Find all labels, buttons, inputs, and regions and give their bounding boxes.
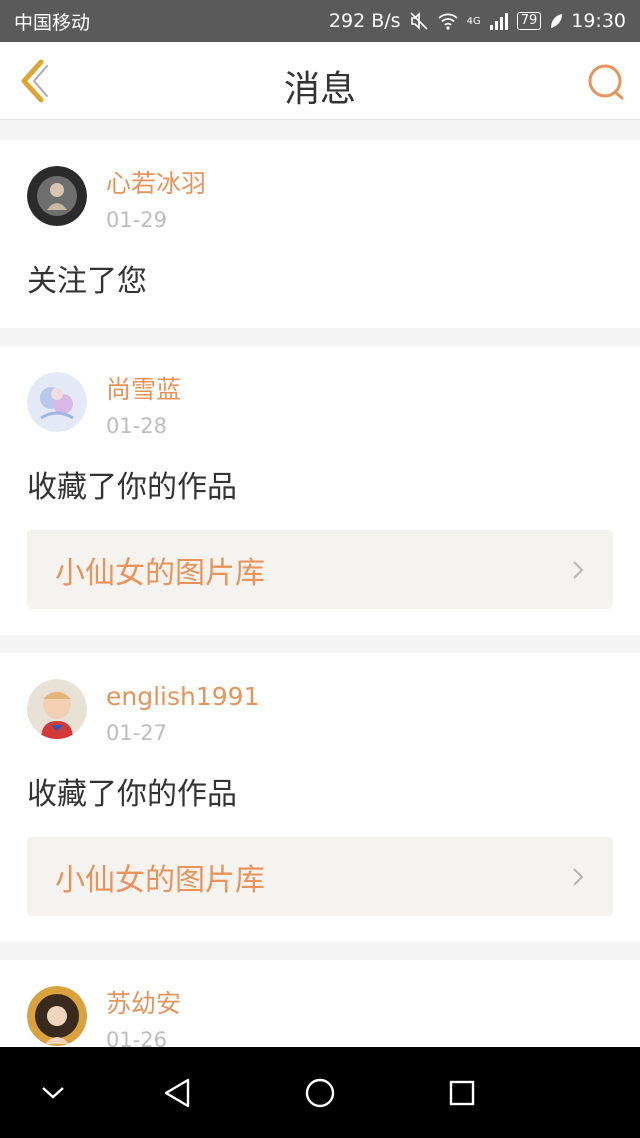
message-card: english1991 01-27 收藏了你的作品 小仙女的图片库	[0, 653, 640, 942]
username[interactable]: 尚雪蓝	[106, 374, 181, 406]
home-nav-button[interactable]	[299, 1072, 341, 1114]
work-title: 小仙女的图片库	[55, 862, 265, 898]
back-nav-button[interactable]	[156, 1072, 198, 1114]
recents-nav-button[interactable]	[441, 1072, 483, 1114]
message-date: 01-29	[106, 208, 168, 232]
circle-home-icon	[305, 1078, 335, 1108]
chevron-down-icon	[42, 1087, 64, 1099]
network-type: 4G	[466, 15, 481, 27]
work-link[interactable]: 小仙女的图片库	[27, 530, 613, 609]
status-indicators: 292 B/s 4G 79 19:30	[329, 10, 626, 32]
message-date: 01-27	[106, 721, 168, 745]
page-title: 消息	[283, 69, 356, 110]
message-action: 收藏了你的作品	[27, 777, 237, 812]
message-action: 关注了您	[27, 264, 147, 299]
message-card: 心若冰羽 01-29 关注了您	[0, 140, 640, 328]
user-avatar[interactable]	[27, 372, 87, 432]
system-nav-bar	[0, 1047, 640, 1138]
chevron-right-icon	[573, 560, 584, 579]
user-avatar[interactable]	[27, 679, 87, 739]
work-title: 小仙女的图片库	[55, 555, 265, 591]
user-avatar[interactable]	[27, 166, 87, 226]
username[interactable]: 苏幼安	[106, 988, 181, 1020]
username[interactable]: 心若冰羽	[106, 168, 206, 200]
message-card: 尚雪蓝 01-28 收藏了你的作品 小仙女的图片库	[0, 346, 640, 635]
signal-icon	[489, 13, 508, 30]
battery-level: 79	[516, 12, 542, 30]
chevron-right-icon	[573, 867, 584, 886]
work-link[interactable]: 小仙女的图片库	[27, 837, 613, 916]
status-bar: 中国移动 292 B/s 4G 79 19:30	[0, 0, 640, 42]
clock: 19:30	[571, 10, 626, 32]
search-icon	[588, 64, 624, 100]
mute-icon	[409, 12, 428, 30]
network-speed: 292 B/s	[328, 10, 401, 32]
message-date: 01-28	[106, 414, 168, 438]
wifi-icon	[437, 13, 458, 30]
hide-nav-button[interactable]	[32, 1072, 74, 1114]
message-list: 心若冰羽 01-29 关注了您 尚雪蓝 01-28 收藏了你的作品 小仙女的图片…	[0, 140, 640, 1112]
carrier-label: 中国移动	[14, 11, 91, 34]
username[interactable]: english1991	[106, 681, 259, 713]
triangle-back-icon	[164, 1078, 190, 1108]
search-button[interactable]	[586, 62, 626, 102]
leaf-icon	[551, 14, 563, 28]
message-action: 收藏了你的作品	[27, 470, 237, 505]
app-header: 消息	[0, 42, 640, 120]
square-recents-icon	[449, 1080, 475, 1106]
user-avatar[interactable]	[27, 986, 87, 1046]
